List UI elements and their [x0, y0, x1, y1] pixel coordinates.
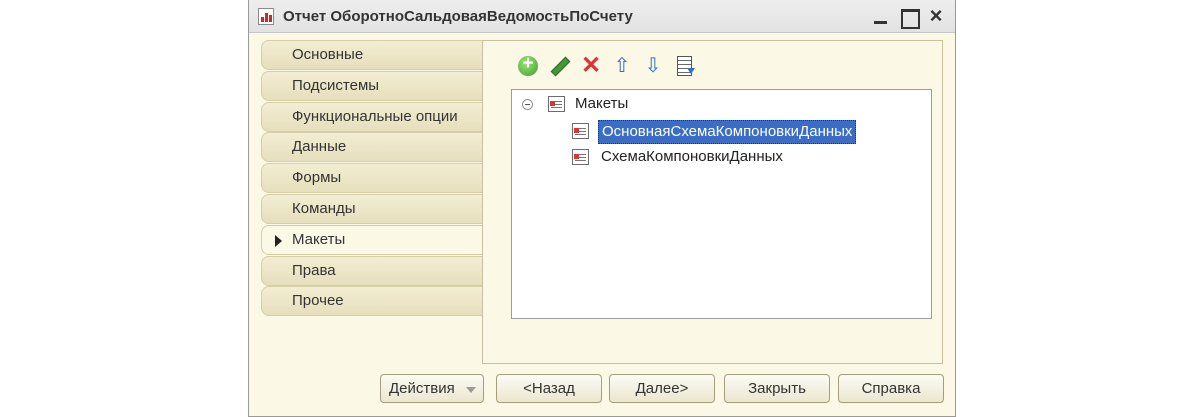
- tab-label: Макеты: [292, 230, 346, 248]
- tab-makety[interactable]: Макеты: [261, 224, 487, 255]
- tab-label: Формы: [292, 169, 342, 187]
- tab-label: Команды: [292, 199, 356, 217]
- tab-label: Основные: [292, 46, 364, 63]
- tab-label: Функциональные опции: [292, 107, 458, 125]
- tab-prochee[interactable]: Прочее: [261, 286, 483, 317]
- delete-icon[interactable]: ✕: [580, 54, 602, 78]
- title-bar: Отчет ОборотноСальдоваяВедомостьПоСчету …: [249, 0, 955, 33]
- tab-label: Прочее: [292, 292, 344, 310]
- tab-list: Основные Подсистемы Функциональные опции…: [261, 40, 487, 317]
- active-tab-arrow-icon: [275, 234, 282, 247]
- tab-komandy[interactable]: Команды: [261, 193, 483, 224]
- tab-label: Права: [292, 261, 336, 279]
- tab-dannye[interactable]: Данные: [261, 132, 483, 163]
- help-button[interactable]: Справка: [838, 374, 944, 403]
- close-button[interactable]: Закрыть: [724, 374, 830, 403]
- report-icon: [258, 8, 274, 25]
- template-icon: [572, 123, 589, 139]
- move-down-icon[interactable]: ⇩: [642, 55, 664, 77]
- add-icon[interactable]: [517, 53, 539, 77]
- templates-folder-icon: [548, 96, 565, 112]
- tree-item-label: ОсновнаяСхемаКомпоновкиДанных: [598, 120, 857, 144]
- actions-label: Действия: [389, 380, 455, 397]
- back-button[interactable]: <Назад: [496, 374, 602, 403]
- list-icon[interactable]: [674, 55, 696, 77]
- actions-button[interactable]: Действия: [380, 374, 484, 403]
- tab-podsistemy[interactable]: Подсистемы: [261, 70, 483, 101]
- footer-buttons: Действия <Назад Далее> Закрыть Справка: [249, 374, 955, 404]
- tab-label: Данные: [292, 138, 347, 156]
- minimize-icon[interactable]: [871, 7, 891, 27]
- tree-root-label: Макеты: [575, 95, 629, 112]
- tab-osnovnye[interactable]: Основные: [261, 40, 483, 70]
- maximize-icon[interactable]: [899, 7, 920, 29]
- tab-formy[interactable]: Формы: [261, 163, 483, 194]
- tab-funktsionalnye-optsii[interactable]: Функциональные опции: [261, 101, 483, 132]
- tab-prava[interactable]: Права: [261, 255, 483, 286]
- collapse-icon[interactable]: [522, 99, 533, 110]
- templates-panel: ✕ ⇧ ⇩ Макеты ОсновнаяСхемаКомпоновкиДанн…: [482, 40, 943, 364]
- next-button[interactable]: Далее>: [609, 374, 715, 403]
- designer-window: Отчет ОборотноСальдоваяВедомостьПоСчету …: [248, 0, 956, 417]
- close-icon[interactable]: ×: [926, 5, 946, 27]
- template-icon: [572, 149, 589, 165]
- edit-icon[interactable]: [548, 55, 570, 77]
- move-up-icon[interactable]: ⇧: [611, 55, 633, 77]
- tree-item-label: СхемаКомпоновкиДанных: [601, 148, 783, 165]
- templates-tree[interactable]: Макеты ОсновнаяСхемаКомпоновкиДанных Схе…: [511, 89, 932, 319]
- chevron-down-icon: [466, 387, 476, 393]
- window-title: Отчет ОборотноСальдоваяВедомостьПоСчету: [283, 8, 633, 25]
- tree-root-row[interactable]: Макеты: [522, 93, 722, 115]
- tab-label: Подсистемы: [292, 76, 380, 94]
